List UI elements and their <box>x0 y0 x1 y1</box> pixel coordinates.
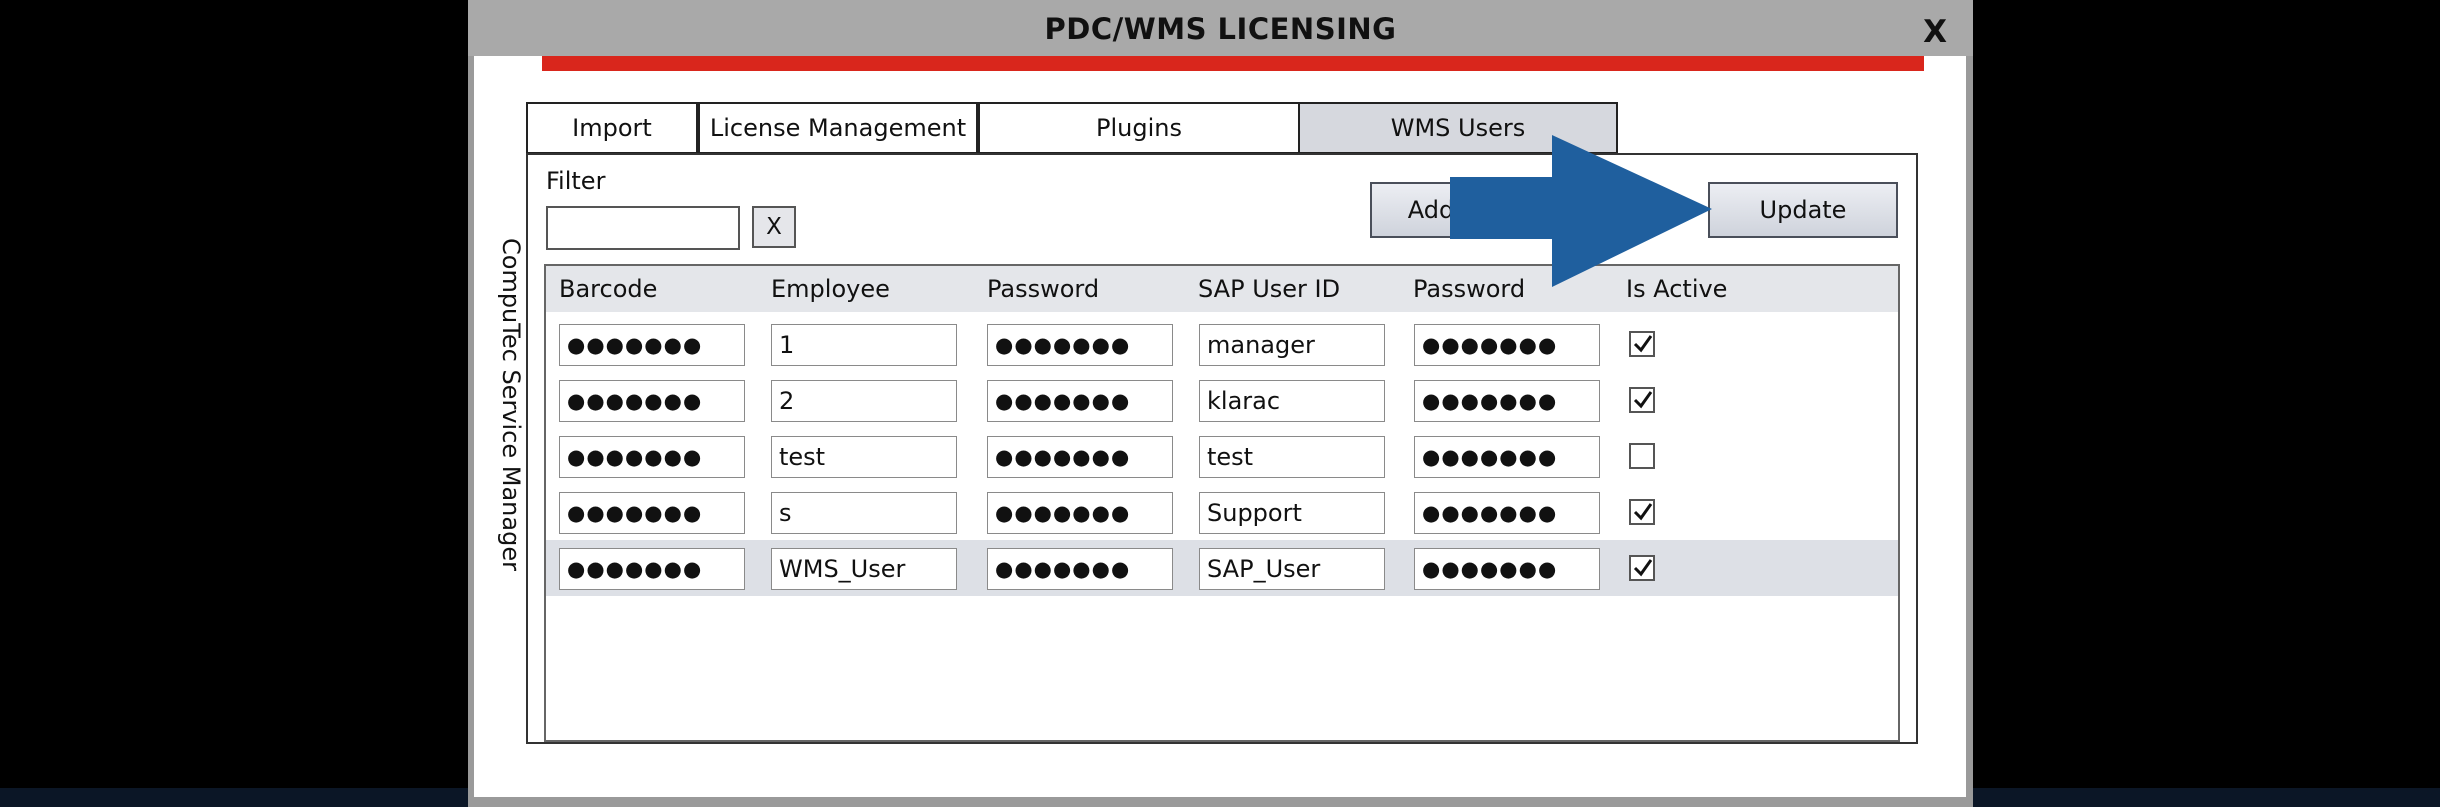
password-cell[interactable]: ●●●●●●● <box>987 492 1173 534</box>
password-cell[interactable]: ●●●●●●● <box>987 548 1173 590</box>
tab-plugins[interactable]: Plugins <box>978 102 1300 154</box>
is-active-checkbox[interactable] <box>1629 555 1655 581</box>
column-header-password: Password <box>987 275 1100 303</box>
checkmark-icon <box>1633 503 1653 521</box>
table-row[interactable]: ●●●●●●● test ●●●●●●● test ●●●●●●● <box>546 428 1898 484</box>
sap-password-cell[interactable]: ●●●●●●● <box>1414 548 1600 590</box>
table-row[interactable]: ●●●●●●● WMS_User ●●●●●●● SAP_User ●●●●●●… <box>546 540 1898 596</box>
column-header-sap-user-id: SAP User ID <box>1198 275 1341 303</box>
barcode-cell[interactable]: ●●●●●●● <box>559 380 745 422</box>
title-bar[interactable]: PDC/WMS LICENSING X <box>468 0 1973 56</box>
is-active-checkbox[interactable] <box>1629 499 1655 525</box>
employee-cell[interactable]: 2 <box>771 380 957 422</box>
is-active-checkbox[interactable] <box>1629 387 1655 413</box>
side-label-text: CompuTec Service Manager <box>497 238 525 571</box>
arrow-right-icon <box>1450 135 1712 287</box>
sap-password-cell[interactable]: ●●●●●●● <box>1414 492 1600 534</box>
sap-password-cell[interactable]: ●●●●●●● <box>1414 436 1600 478</box>
column-header-barcode: Barcode <box>559 275 658 303</box>
update-button[interactable]: Update <box>1708 182 1898 238</box>
users-table: Barcode Employee Password SAP User ID Pa… <box>544 264 1900 742</box>
sap-user-id-cell[interactable]: SAP_User <box>1199 548 1385 590</box>
employee-cell[interactable]: WMS_User <box>771 548 957 590</box>
checkmark-icon <box>1633 391 1653 409</box>
filter-label: Filter <box>546 167 606 195</box>
employee-cell[interactable]: test <box>771 436 957 478</box>
sap-user-id-cell[interactable]: Support <box>1199 492 1385 534</box>
barcode-cell[interactable]: ●●●●●●● <box>559 324 745 366</box>
table-row[interactable]: ●●●●●●● 1 ●●●●●●● manager ●●●●●●● <box>546 316 1898 372</box>
tab-import[interactable]: Import <box>526 102 698 154</box>
table-row[interactable]: ●●●●●●● s ●●●●●●● Support ●●●●●●● <box>546 484 1898 540</box>
sap-user-id-cell[interactable]: test <box>1199 436 1385 478</box>
table-row[interactable]: ●●●●●●● 2 ●●●●●●● klarac ●●●●●●● <box>546 372 1898 428</box>
barcode-cell[interactable]: ●●●●●●● <box>559 492 745 534</box>
dialog-title: PDC/WMS LICENSING <box>1044 12 1397 46</box>
sap-user-id-cell[interactable]: manager <box>1199 324 1385 366</box>
sap-password-cell[interactable]: ●●●●●●● <box>1414 380 1600 422</box>
checkmark-icon <box>1633 559 1653 577</box>
barcode-cell[interactable]: ●●●●●●● <box>559 436 745 478</box>
password-cell[interactable]: ●●●●●●● <box>987 324 1173 366</box>
sap-user-id-cell[interactable]: klarac <box>1199 380 1385 422</box>
password-cell[interactable]: ●●●●●●● <box>987 436 1173 478</box>
clear-filter-button[interactable]: X <box>752 206 796 248</box>
employee-cell[interactable]: s <box>771 492 957 534</box>
password-cell[interactable]: ●●●●●●● <box>987 380 1173 422</box>
tab-license-management[interactable]: License Management <box>698 102 978 154</box>
is-active-checkbox[interactable] <box>1629 331 1655 357</box>
checkmark-icon <box>1633 335 1653 353</box>
close-button[interactable]: X <box>1923 14 1947 50</box>
accent-bar <box>542 56 1924 71</box>
column-header-employee: Employee <box>771 275 890 303</box>
employee-cell[interactable]: 1 <box>771 324 957 366</box>
barcode-cell[interactable]: ●●●●●●● <box>559 548 745 590</box>
side-label: CompuTec Service Manager <box>497 238 527 571</box>
filter-input[interactable] <box>546 206 740 250</box>
sap-password-cell[interactable]: ●●●●●●● <box>1414 324 1600 366</box>
is-active-checkbox[interactable] <box>1629 443 1655 469</box>
